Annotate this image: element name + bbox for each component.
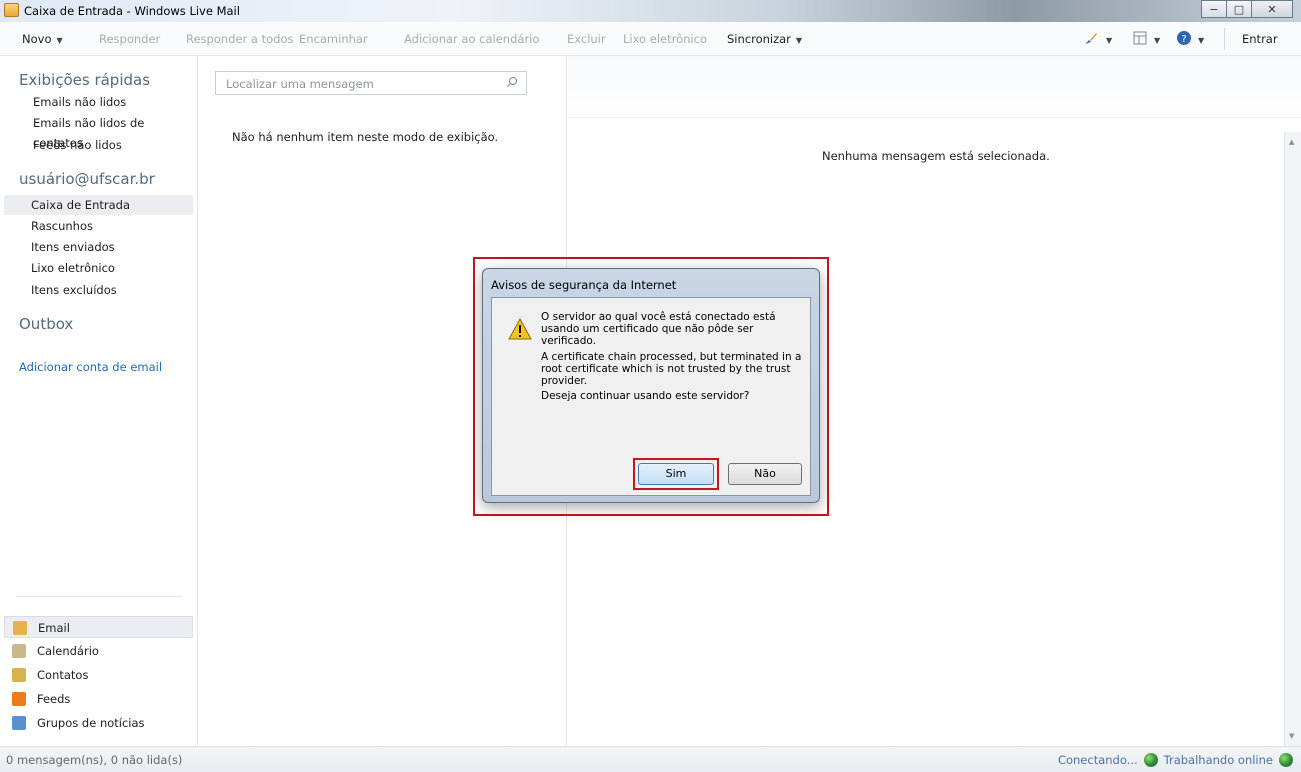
chevron-down-icon: ▼	[56, 36, 63, 45]
window-title: Caixa de Entrada - Windows Live Mail	[24, 4, 240, 18]
reply-all-button[interactable]: Responder a todos	[186, 32, 294, 46]
novo-button[interactable]: Novo ▼	[22, 32, 63, 46]
sync-button[interactable]: Sincronizar ▼	[727, 32, 802, 46]
quick-view-unread-contacts[interactable]: Emails não lidos de contatos	[4, 113, 193, 150]
calendar-icon	[12, 644, 26, 658]
status-bar: 0 mensagem(ns), 0 não lida(s) Conectando…	[0, 746, 1301, 772]
close-button[interactable]: ✕	[1251, 0, 1293, 18]
email-icon	[13, 621, 27, 635]
maximize-button[interactable]: □	[1226, 0, 1252, 18]
reply-button[interactable]: Responder	[99, 32, 160, 46]
warning-icon	[508, 317, 532, 340]
folder-sent[interactable]: Itens enviados	[4, 237, 193, 257]
feeds-icon	[12, 692, 26, 706]
add-to-calendar-button[interactable]: Adicionar ao calendário	[404, 32, 539, 46]
globe-icon	[1279, 753, 1293, 767]
module-feeds-label: Feeds	[37, 692, 71, 706]
window-controls: − □ ✕	[1201, 0, 1293, 18]
junk-button[interactable]: Lixo eletrônico	[623, 32, 707, 46]
chevron-down-icon[interactable]: ▼	[1149, 32, 1160, 46]
search-input[interactable]: Localizar uma mensagem	[215, 71, 527, 95]
quick-views-heading[interactable]: Exibições rápidas	[19, 71, 150, 89]
dialog-message-1: O servidor ao qual você está conectado e…	[541, 311, 776, 347]
connection-status: Conectando... Trabalhando online	[1058, 753, 1293, 767]
minimize-button[interactable]: −	[1201, 0, 1227, 18]
dialog-message-2: A certificate chain processed, but termi…	[541, 351, 802, 387]
scroll-down-icon[interactable]: ▼	[1289, 732, 1294, 740]
newsgroups-icon	[12, 716, 26, 730]
empty-list-message: Não há nenhum item neste modo de exibiçã…	[232, 130, 499, 144]
add-email-account-link[interactable]: Adicionar conta de email	[19, 360, 162, 374]
app-icon	[4, 3, 19, 17]
yes-button[interactable]: Sim	[638, 463, 714, 485]
connecting-text: Conectando...	[1057, 753, 1138, 767]
toolbar: Novo ▼ Responder Responder a todos Encami…	[0, 22, 1301, 56]
toolbar-divider	[1224, 28, 1225, 50]
folder-inbox[interactable]: Caixa de Entrada	[4, 195, 193, 215]
folder-junk[interactable]: Lixo eletrônico	[4, 258, 193, 278]
sign-in-button[interactable]: Entrar	[1242, 32, 1278, 46]
online-status[interactable]: Trabalhando online	[1164, 753, 1273, 767]
module-calendar-label: Calendário	[37, 644, 99, 658]
module-calendar[interactable]: Calendário	[4, 640, 193, 662]
message-count: 0 mensagem(ns), 0 não lida(s)	[6, 753, 183, 767]
no-selection-message: Nenhuma mensagem está selecionada.	[822, 149, 1050, 163]
module-contacts-label: Contatos	[37, 668, 89, 682]
chevron-down-icon[interactable]: ▼	[1101, 32, 1112, 46]
quick-view-unread-feeds[interactable]: Feeds não lidos	[4, 135, 193, 155]
chevron-down-icon: ▼	[795, 36, 803, 45]
delete-button[interactable]: Excluir	[567, 32, 606, 46]
navigation-pane: Exibições rápidas Emails não lidos Email…	[0, 56, 198, 746]
scroll-up-icon[interactable]: ▲	[1289, 138, 1294, 146]
scrollbar[interactable]: ▲ ▼	[1284, 132, 1301, 746]
title-bar: Caixa de Entrada - Windows Live Mail − □…	[0, 0, 1301, 22]
folder-drafts[interactable]: Rascunhos	[4, 216, 193, 236]
account-heading[interactable]: usuário@ufscar.br	[19, 170, 155, 188]
search-icon[interactable]	[506, 76, 518, 88]
outbox-heading[interactable]: Outbox	[19, 315, 73, 333]
module-email[interactable]: Email	[4, 616, 193, 638]
dialog-title: Avisos de segurança da Internet	[491, 278, 677, 292]
layout-icon[interactable]	[1132, 30, 1148, 46]
module-newsgroups[interactable]: Grupos de notícias	[4, 712, 193, 734]
svg-text:?: ?	[1181, 34, 1186, 45]
module-feeds[interactable]: Feeds	[4, 688, 193, 710]
forward-button[interactable]: Encaminhar	[299, 32, 368, 46]
quick-view-unread-emails[interactable]: Emails não lidos	[4, 92, 193, 112]
paintbrush-icon[interactable]	[1083, 30, 1099, 46]
help-icon[interactable]: ?	[1176, 30, 1192, 46]
dialog-message-3: Deseja continuar usando este servidor?	[541, 390, 750, 402]
module-newsgroups-label: Grupos de notícias	[37, 716, 145, 730]
search-placeholder: Localizar uma mensagem	[226, 77, 374, 91]
chevron-down-icon[interactable]: ▼	[1193, 32, 1204, 46]
no-button[interactable]: Não	[728, 463, 802, 485]
globe-icon	[1143, 753, 1158, 767]
contacts-icon	[12, 668, 26, 682]
sync-label: Sincronizar	[727, 32, 791, 46]
dialog-body: O servidor ao qual você está conectado e…	[491, 297, 811, 496]
module-email-label: Email	[38, 621, 70, 635]
security-warning-dialog: Avisos de segurança da Internet O servid…	[482, 268, 820, 503]
novo-label: Novo	[22, 32, 52, 46]
module-contacts[interactable]: Contatos	[4, 664, 193, 686]
reading-pane-header	[568, 56, 1301, 118]
nav-divider	[16, 596, 182, 597]
folder-deleted[interactable]: Itens excluídos	[4, 280, 193, 300]
